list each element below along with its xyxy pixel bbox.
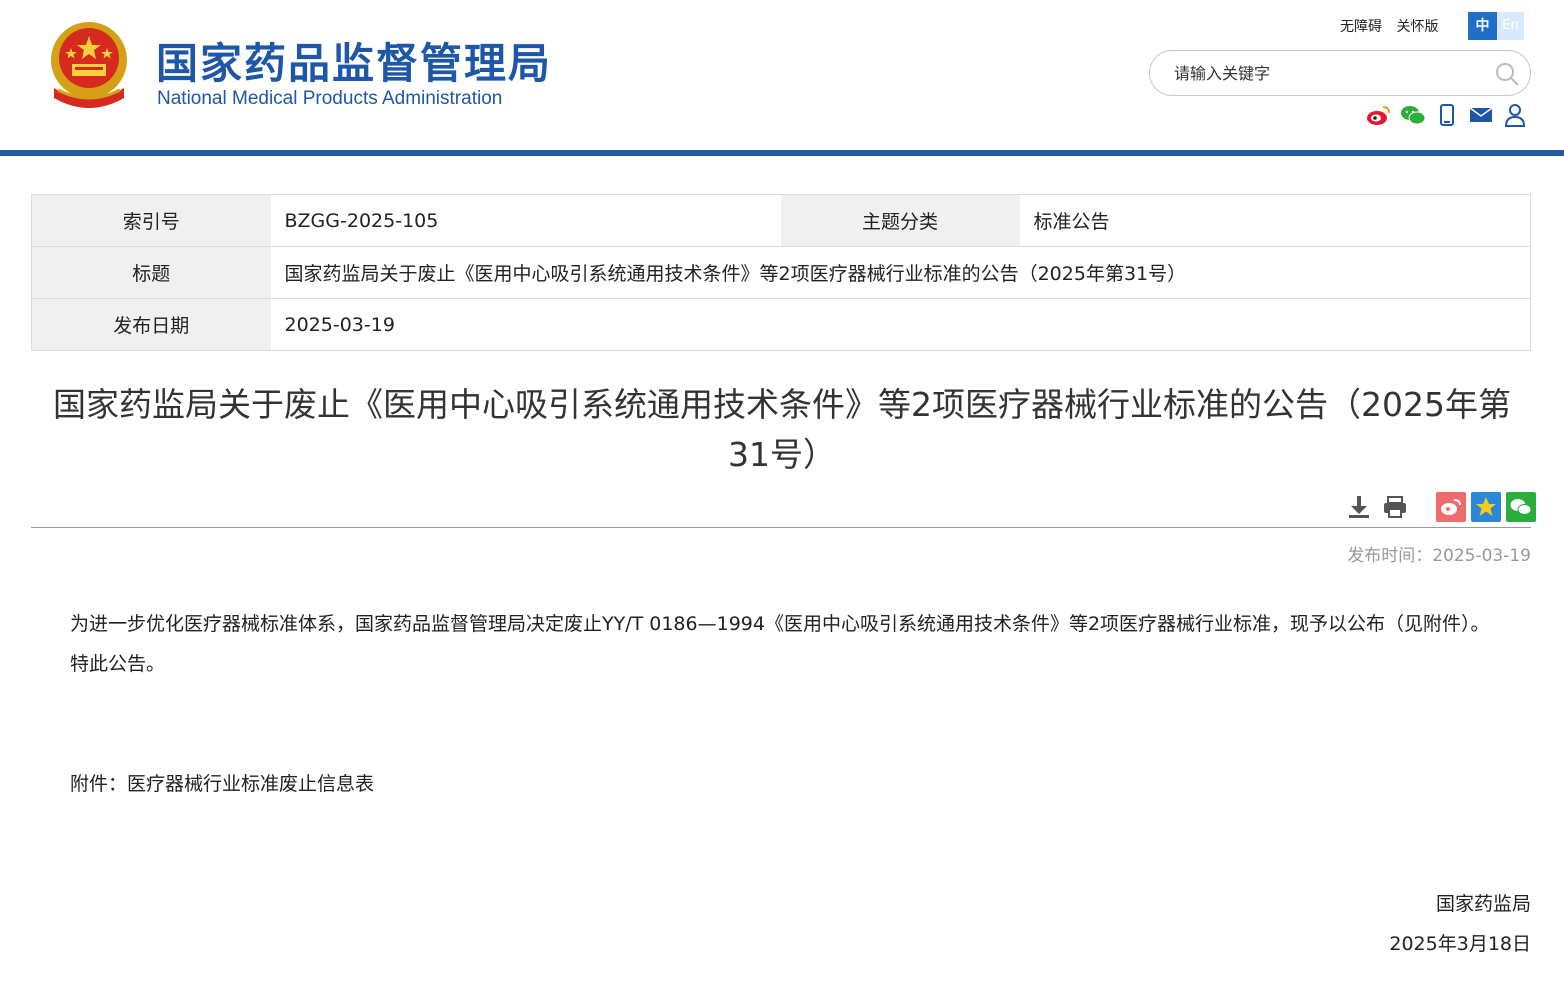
elder-mode-link[interactable]: 关怀版 xyxy=(1396,19,1438,35)
title-divider xyxy=(31,527,1531,528)
site-header: 国家药品监督管理局 National Medical Products Admi… xyxy=(0,0,1564,150)
signer: 国家药监局 xyxy=(1435,893,1531,915)
national-emblem-icon xyxy=(44,18,134,112)
search-box xyxy=(1149,50,1531,96)
search-input[interactable] xyxy=(1174,61,1474,85)
site-title-cn: 国家药品监督管理局 xyxy=(156,39,553,88)
meta-row-title: 标题 国家药监局关于废止《医用中心吸引系统通用技术条件》等2项医疗器械行业标准的… xyxy=(31,246,1531,299)
title-label: 标题 xyxy=(31,246,271,299)
meta-row-index: 索引号 BZGG-2025-105 主题分类 标准公告 xyxy=(31,194,1531,247)
body-paragraph-1: 为进一步优化医疗器械标准体系，国家药品监督管理局决定废止YY/T 0186—19… xyxy=(70,613,1490,635)
download-icon[interactable] xyxy=(1344,492,1374,522)
mobile-icon[interactable] xyxy=(1434,102,1460,128)
title-value: 国家药监局关于废止《医用中心吸引系统通用技术条件》等2项医疗器械行业标准的公告（… xyxy=(270,246,1531,299)
top-links: 无障碍 关怀版 xyxy=(1340,16,1448,36)
user-icon[interactable] xyxy=(1502,102,1528,128)
publish-time: 发布时间：2025-03-19 xyxy=(1347,546,1531,566)
date-value: 2025-03-19 xyxy=(270,298,1531,351)
meta-row-date: 发布日期 2025-03-19 xyxy=(31,298,1531,351)
print-icon[interactable] xyxy=(1380,492,1410,522)
category-label: 主题分类 xyxy=(780,194,1020,247)
share-weibo-icon[interactable] xyxy=(1436,492,1466,522)
accessibility-link[interactable]: 无障碍 xyxy=(1340,19,1382,35)
category-value: 标准公告 xyxy=(1019,194,1531,247)
lang-en-button[interactable]: En xyxy=(1497,12,1524,40)
share-qzone-icon[interactable] xyxy=(1471,492,1501,522)
share-wechat-icon[interactable] xyxy=(1506,492,1536,522)
site-title-en: National Medical Products Administration xyxy=(157,88,503,109)
mail-icon[interactable] xyxy=(1468,102,1494,128)
index-value: BZGG-2025-105 xyxy=(270,194,781,247)
search-icon[interactable] xyxy=(1494,61,1520,87)
social-links xyxy=(1366,102,1528,128)
sign-date: 2025年3月18日 xyxy=(1389,933,1531,955)
article-tools xyxy=(1344,492,1536,522)
wechat-icon[interactable] xyxy=(1400,102,1426,128)
attachment-link[interactable]: 附件：医疗器械行业标准废止信息表 xyxy=(70,764,374,804)
header-divider xyxy=(0,150,1564,156)
date-label: 发布日期 xyxy=(31,298,271,351)
article-body: 为进一步优化医疗器械标准体系，国家药品监督管理局决定废止YY/T 0186—19… xyxy=(31,604,1531,684)
lang-zh-button[interactable]: 中 xyxy=(1468,12,1497,40)
body-paragraph-2: 特此公告。 xyxy=(70,653,166,675)
article-meta-table: 索引号 BZGG-2025-105 主题分类 标准公告 标题 国家药监局关于废止… xyxy=(31,194,1531,351)
weibo-icon[interactable] xyxy=(1366,102,1392,128)
language-switch: 中 En xyxy=(1468,12,1524,40)
article-title: 国家药监局关于废止《医用中心吸引系统通用技术条件》等2项医疗器械行业标准的公告（… xyxy=(53,385,1511,474)
index-label: 索引号 xyxy=(31,194,271,247)
